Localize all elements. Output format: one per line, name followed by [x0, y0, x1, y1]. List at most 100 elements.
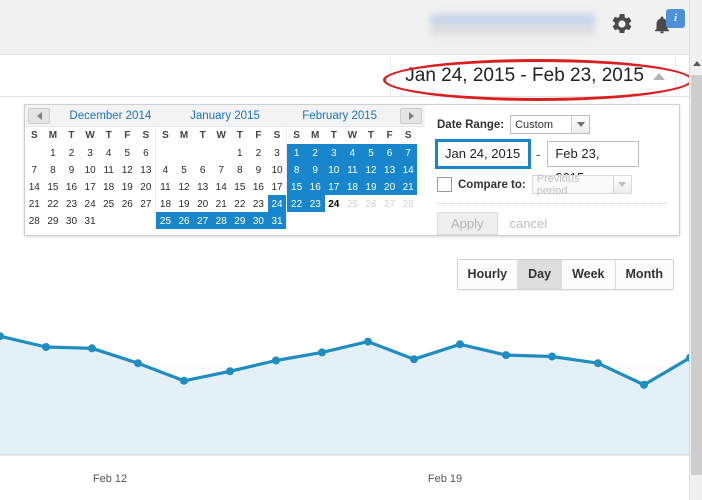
calendar-day-cell[interactable]: 2: [62, 144, 81, 161]
calendar-day-cell[interactable]: 27: [380, 195, 399, 212]
chart-data-point[interactable]: [272, 356, 280, 365]
calendar-day-cell[interactable]: 22: [231, 195, 250, 212]
calendar-day-cell[interactable]: 16: [249, 178, 268, 195]
calendar-day-cell[interactable]: 3: [268, 144, 287, 161]
calendar-day-cell[interactable]: 30: [249, 212, 268, 229]
calendar-day-cell[interactable]: 15: [44, 178, 63, 195]
calendar-day-cell[interactable]: 21: [212, 195, 231, 212]
vertical-scrollbar[interactable]: [689, 0, 702, 500]
calendar-day-cell[interactable]: 13: [380, 161, 399, 178]
chart-data-point[interactable]: [410, 355, 418, 364]
notifications-button[interactable]: i: [652, 9, 685, 40]
calendar-day-cell[interactable]: 30: [62, 212, 81, 229]
compare-period-select[interactable]: Previous period: [531, 173, 632, 197]
calendar-day-cell[interactable]: 27: [193, 212, 212, 229]
calendar-day-cell[interactable]: 5: [361, 144, 381, 161]
calendar-day-cell[interactable]: 21: [25, 195, 44, 212]
calendar-day-cell[interactable]: 12: [361, 161, 381, 178]
scroll-up-button[interactable]: [690, 55, 702, 71]
granularity-button-day[interactable]: Day: [518, 260, 563, 289]
calendar-day-cell[interactable]: 23: [62, 195, 81, 212]
calendar-day-cell[interactable]: 4: [156, 161, 175, 178]
calendar-day-cell[interactable]: 14: [212, 178, 231, 195]
calendar-day-cell[interactable]: 2: [305, 144, 325, 161]
calendar-day-cell[interactable]: 9: [249, 161, 268, 178]
calendar-day-cell[interactable]: 1: [44, 144, 63, 161]
calendar-day-cell[interactable]: 29: [44, 212, 63, 229]
calendar-day-cell[interactable]: 7: [398, 144, 418, 161]
chart-data-point[interactable]: [180, 376, 188, 385]
calendar-day-cell[interactable]: 10: [324, 161, 344, 178]
calendar-day-cell[interactable]: 3: [81, 144, 100, 161]
calendar-day-cell[interactable]: 5: [118, 144, 137, 161]
calendar-day-cell[interactable]: 19: [175, 195, 194, 212]
account-name-blurred[interactable]: [430, 10, 595, 42]
calendar-day-cell[interactable]: 14: [25, 178, 44, 195]
calendar-day-cell[interactable]: 18: [99, 178, 118, 195]
calendar-day-cell[interactable]: 24: [325, 195, 344, 212]
chart-data-point[interactable]: [502, 351, 510, 360]
calendar-day-cell[interactable]: 1: [287, 144, 306, 161]
calendar-day-cell[interactable]: 7: [212, 161, 231, 178]
calendar-day-cell[interactable]: 11: [343, 161, 362, 178]
calendar-day-cell[interactable]: 26: [118, 195, 137, 212]
calendar-day-cell[interactable]: 28: [211, 212, 231, 229]
end-date-input[interactable]: Feb 23, 2015: [547, 141, 640, 185]
calendar-day-cell[interactable]: 29: [230, 212, 250, 229]
calendar-day-cell[interactable]: 4: [343, 144, 362, 161]
calendar-day-cell[interactable]: 27: [137, 195, 156, 212]
calendar-day-cell[interactable]: 28: [25, 212, 44, 229]
calendar-day-cell[interactable]: 28: [399, 195, 418, 212]
calendar-day-cell[interactable]: 17: [324, 178, 344, 195]
calendar-day-cell[interactable]: 15: [287, 178, 306, 195]
calendar-day-cell[interactable]: 12: [175, 178, 194, 195]
calendar-day-cell[interactable]: 17: [81, 178, 100, 195]
next-month-button[interactable]: [400, 107, 423, 124]
calendar-day-cell[interactable]: 13: [137, 161, 156, 178]
calendar-day-cell[interactable]: 10: [81, 161, 100, 178]
calendar-day-cell[interactable]: 13: [193, 178, 212, 195]
calendar-day-cell[interactable]: 24: [81, 195, 100, 212]
calendar-day-cell[interactable]: 16: [62, 178, 81, 195]
granularity-button-hourly[interactable]: Hourly: [457, 260, 519, 289]
granularity-button-month[interactable]: Month: [615, 260, 673, 289]
calendar-day-cell[interactable]: 3: [324, 144, 344, 161]
calendar-day-cell[interactable]: 18: [156, 195, 175, 212]
chart-data-point[interactable]: [364, 337, 372, 346]
calendar-day-cell[interactable]: 25: [156, 212, 175, 229]
calendar-day-cell[interactable]: 15: [231, 178, 250, 195]
calendar-day-cell[interactable]: 1: [231, 144, 250, 161]
calendar-day-cell[interactable]: 23: [249, 195, 268, 212]
calendar-day-cell[interactable]: 8: [231, 161, 250, 178]
calendar-day-cell[interactable]: 17: [268, 178, 287, 195]
date-range-selector-button[interactable]: Jan 24, 2015 - Feb 23, 2015: [390, 56, 676, 96]
calendar-day-cell[interactable]: 19: [361, 178, 381, 195]
calendar-day-cell[interactable]: 26: [362, 195, 381, 212]
granularity-button-week[interactable]: Week: [562, 260, 616, 289]
calendar-day-cell[interactable]: 22: [287, 195, 306, 212]
calendar-day-cell[interactable]: 31: [81, 212, 100, 229]
calendar-day-cell[interactable]: 2: [249, 144, 268, 161]
chart-data-point[interactable]: [318, 348, 326, 357]
calendar-day-cell[interactable]: 18: [343, 178, 362, 195]
date-range-select[interactable]: Custom: [510, 115, 591, 134]
chart-data-point[interactable]: [640, 380, 648, 389]
calendar-day-cell[interactable]: 8: [287, 161, 306, 178]
calendar-day-cell[interactable]: 9: [305, 161, 325, 178]
calendar-day-cell[interactable]: 9: [62, 161, 81, 178]
calendar-day-cell[interactable]: 16: [305, 178, 325, 195]
apply-button[interactable]: Apply: [437, 212, 498, 235]
calendar-day-cell[interactable]: 25: [343, 195, 362, 212]
calendar-day-cell[interactable]: 20: [380, 178, 399, 195]
gear-icon[interactable]: [610, 12, 634, 36]
calendar-day-cell[interactable]: 26: [174, 212, 194, 229]
calendar-day-cell[interactable]: 24: [267, 195, 287, 212]
calendar-day-cell[interactable]: 4: [99, 144, 118, 161]
cancel-link[interactable]: cancel: [510, 216, 548, 231]
calendar-day-cell[interactable]: 14: [398, 161, 418, 178]
calendar-day-cell[interactable]: 8: [44, 161, 63, 178]
chart-data-point[interactable]: [548, 352, 556, 361]
calendar-day-cell[interactable]: 22: [44, 195, 63, 212]
chart-data-point[interactable]: [226, 367, 234, 376]
calendar-day-cell[interactable]: 11: [99, 161, 118, 178]
